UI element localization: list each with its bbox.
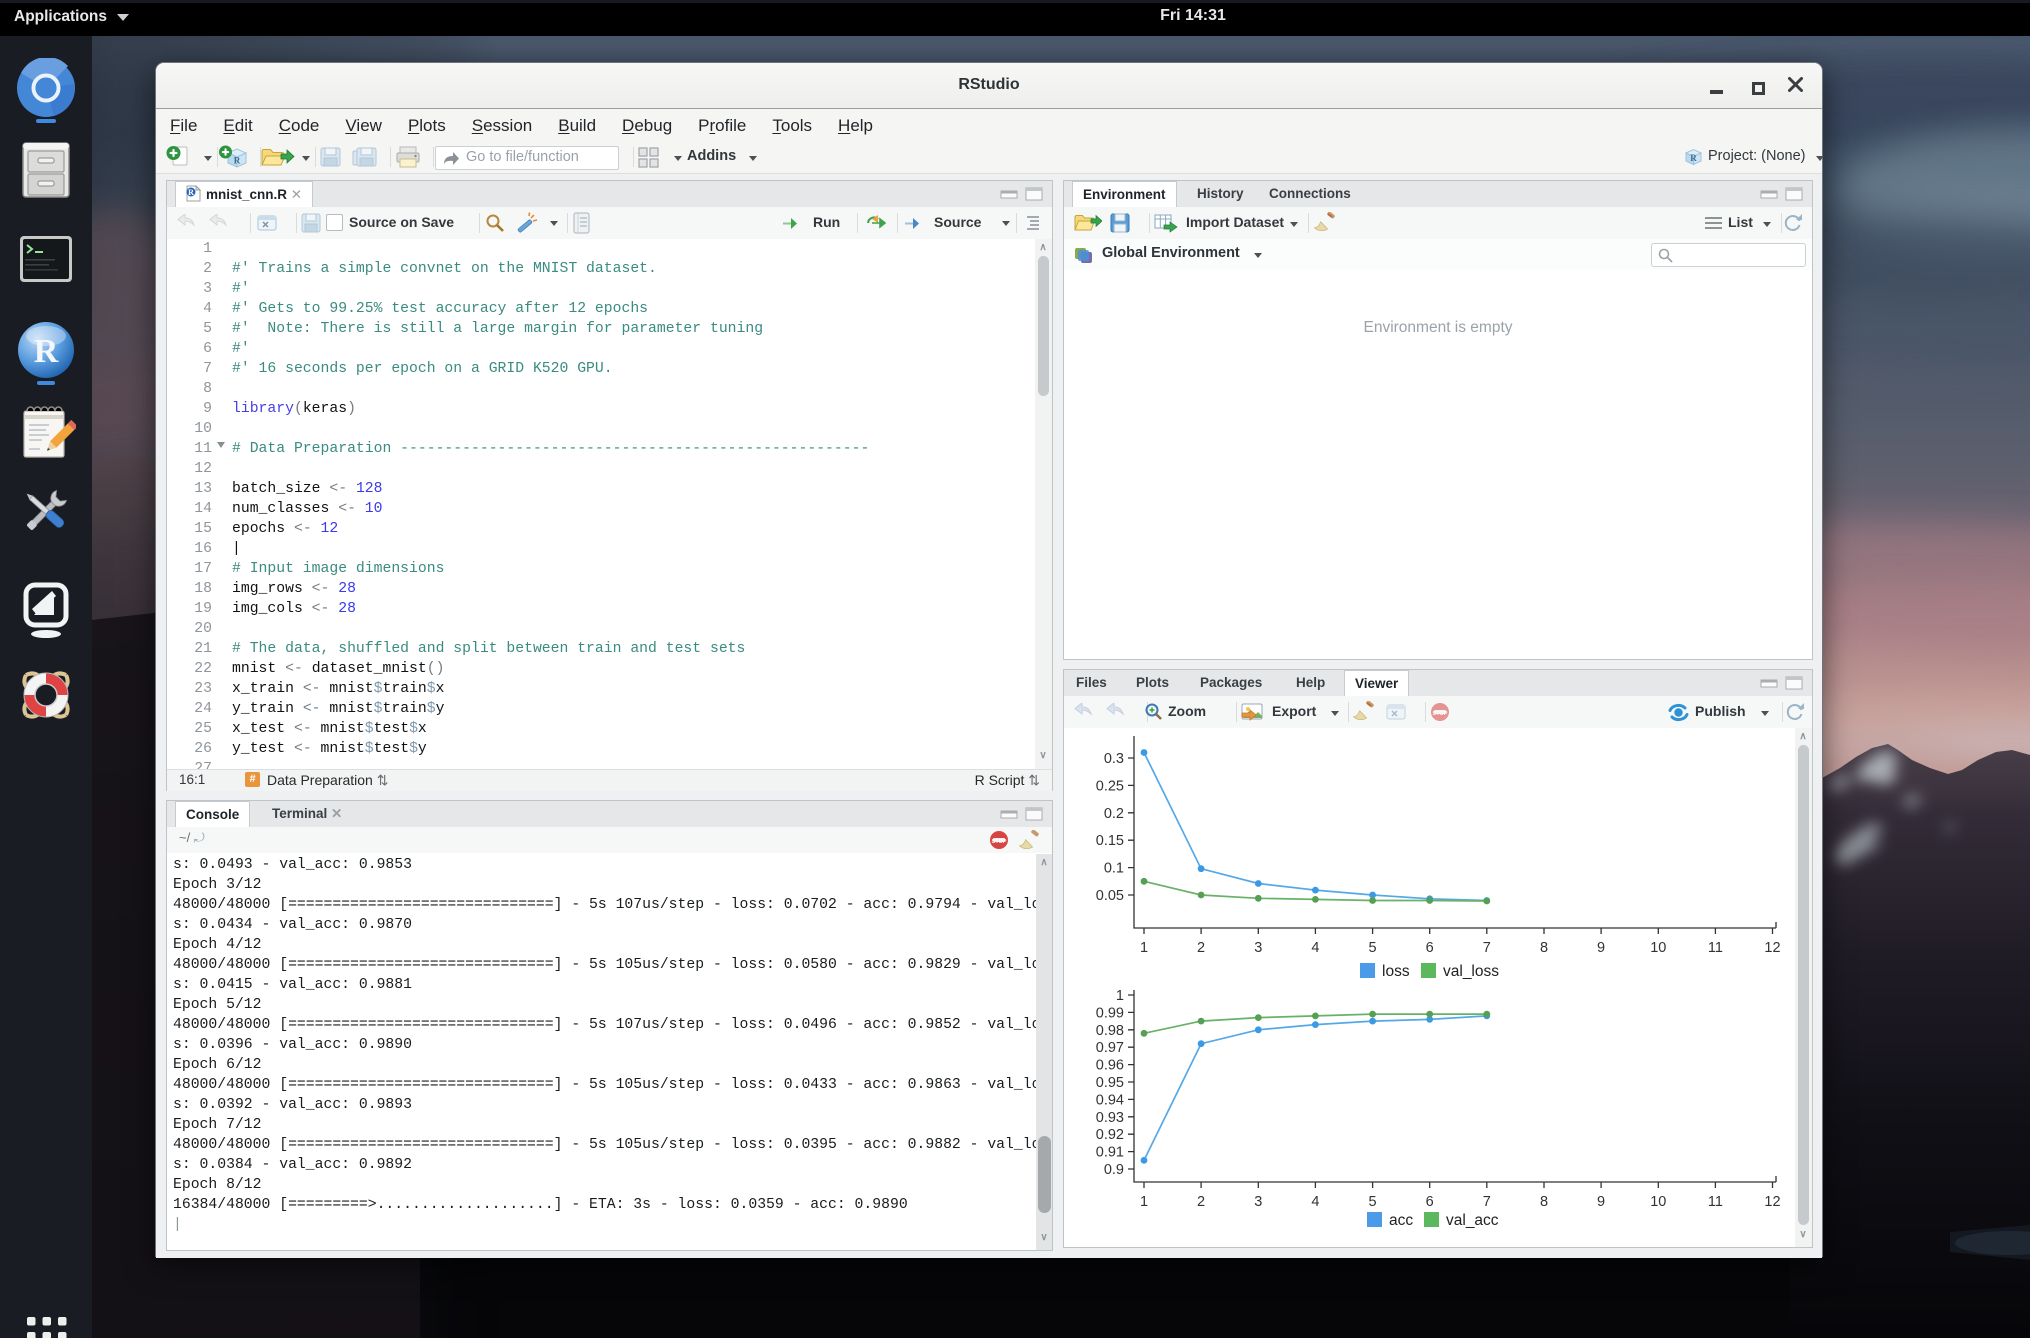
svg-text:acc: acc (1389, 1212, 1413, 1229)
svg-text:0.95: 0.95 (1096, 1075, 1124, 1091)
svg-text:0.93: 0.93 (1096, 1110, 1124, 1126)
svg-text:0.05: 0.05 (1096, 888, 1124, 904)
svg-text:0.98: 0.98 (1096, 1023, 1124, 1039)
svg-text:STOP: STOP (1433, 711, 1448, 717)
svg-text:1: 1 (1140, 1194, 1148, 1210)
svg-text:10: 10 (1650, 940, 1666, 956)
svg-text:1: 1 (1140, 940, 1148, 956)
svg-text:5: 5 (1369, 940, 1377, 956)
svg-text:6: 6 (1426, 1194, 1434, 1210)
svg-text:0.92: 0.92 (1096, 1127, 1124, 1143)
svg-text:0.2: 0.2 (1104, 806, 1124, 822)
svg-text:0.91: 0.91 (1096, 1145, 1124, 1161)
svg-text:0.94: 0.94 (1096, 1092, 1124, 1108)
svg-text:0.9: 0.9 (1104, 1162, 1124, 1178)
svg-text:4: 4 (1311, 940, 1319, 956)
svg-text:STOP: STOP (992, 839, 1007, 845)
svg-text:R: R (34, 333, 59, 370)
svg-text:10: 10 (1650, 1194, 1666, 1210)
svg-text:0.25: 0.25 (1096, 778, 1124, 794)
svg-text:11: 11 (1708, 940, 1723, 956)
svg-text:loss: loss (1382, 963, 1410, 980)
svg-text:0.99: 0.99 (1096, 1005, 1124, 1021)
svg-text:0.3: 0.3 (1104, 751, 1124, 767)
svg-text:1: 1 (1116, 988, 1124, 1004)
svg-text:4: 4 (1311, 1194, 1319, 1210)
svg-text:7: 7 (1483, 1194, 1491, 1210)
svg-text:6: 6 (1426, 940, 1434, 956)
svg-text:11: 11 (1708, 1194, 1723, 1210)
svg-text:9: 9 (1597, 1194, 1605, 1210)
svg-text:7: 7 (1483, 940, 1491, 956)
svg-text:2: 2 (1197, 940, 1205, 956)
svg-text:2: 2 (1197, 1194, 1205, 1210)
svg-text:R: R (234, 156, 241, 166)
svg-text:12: 12 (1764, 940, 1780, 956)
svg-text:0.97: 0.97 (1096, 1040, 1124, 1056)
svg-text:0.15: 0.15 (1096, 833, 1124, 849)
svg-text:0.1: 0.1 (1104, 861, 1124, 877)
svg-text:3: 3 (1254, 1194, 1262, 1210)
svg-text:0.96: 0.96 (1096, 1058, 1124, 1074)
svg-text:8: 8 (1540, 940, 1548, 956)
svg-text:12: 12 (1764, 1194, 1780, 1210)
svg-text:5: 5 (1369, 1194, 1377, 1210)
svg-text:val_acc: val_acc (1446, 1212, 1499, 1229)
svg-text:3: 3 (1254, 940, 1262, 956)
svg-text:R: R (188, 188, 194, 197)
svg-text:8: 8 (1540, 1194, 1548, 1210)
svg-text:val_loss: val_loss (1443, 963, 1499, 980)
svg-text:9: 9 (1597, 940, 1605, 956)
svg-text:R: R (1690, 153, 1697, 163)
